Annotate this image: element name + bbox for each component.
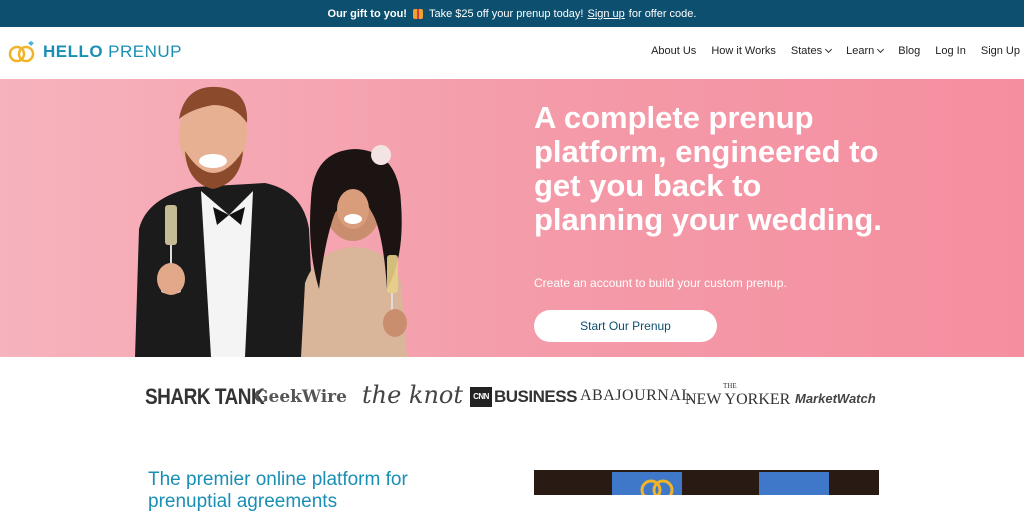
nav-learn-label: Learn	[846, 45, 875, 57]
hero-subtitle: Create an account to build your custom p…	[534, 276, 787, 290]
promo-signup-link[interactable]: Sign up	[587, 8, 624, 20]
new-yorker-logo: THE NEW YORKER	[685, 382, 791, 409]
cnn-business-text: BUSINESS	[494, 387, 577, 406]
hero-title: A complete prenup platform, engineered t…	[534, 100, 882, 237]
promo-tail: for offer code.	[628, 7, 697, 20]
the-knot-logo: the knot	[362, 381, 464, 409]
promo-lead: Our gift to you!	[327, 7, 407, 20]
new-yorker-text: NEW YORKER	[685, 391, 791, 408]
cnn-box: CNN	[470, 387, 492, 407]
nav-about[interactable]: About Us	[651, 45, 696, 57]
video-stage-screen	[759, 472, 829, 495]
logo-word-prenup: PRENUP	[108, 42, 182, 61]
new-yorker-the: THE	[723, 382, 737, 390]
chevron-down-icon	[825, 45, 833, 54]
promo-bar: Our gift to you! Take $25 off your prenu…	[0, 0, 1024, 27]
chevron-down-icon	[877, 45, 885, 54]
rings-icon	[8, 41, 35, 63]
aba-journal-logo: ABAJOURNAL	[580, 387, 692, 404]
video-thumbnail[interactable]	[534, 470, 879, 495]
logo[interactable]: HELLO PRENUP	[8, 41, 182, 63]
nav-learn[interactable]: Learn	[846, 45, 885, 57]
nav-blog[interactable]: Blog	[898, 45, 920, 57]
nav-signup[interactable]: Sign Up	[981, 45, 1020, 57]
rings-icon	[640, 479, 674, 495]
nav-how-it-works[interactable]: How it Works	[711, 45, 776, 57]
shark-tank-logo: SHARK TANK	[145, 385, 265, 410]
nav-states-label: States	[790, 45, 823, 57]
start-prenup-button[interactable]: Start Our Prenup	[534, 310, 717, 342]
nav-states[interactable]: States	[790, 45, 833, 57]
geekwire-logo: GeekWire	[254, 387, 347, 407]
section-heading: The premier online platform for prenupti…	[148, 469, 408, 512]
couple-photo	[135, 86, 407, 357]
press-logos: SHARK TANK GeekWire the knot CNN BUSINES…	[0, 357, 1024, 442]
hero-banner: A complete prenup platform, engineered t…	[0, 79, 1024, 357]
site-header: HELLO PRENUP About Us How it Works State…	[0, 27, 1024, 79]
main-nav: About Us How it Works States Learn Blog …	[651, 45, 1020, 57]
cnn-business-logo: CNN BUSINESS	[470, 387, 577, 407]
logo-word-hello: HELLO	[43, 42, 104, 61]
marketwatch-logo: MarketWatch	[795, 391, 876, 406]
nav-login[interactable]: Log In	[935, 45, 966, 57]
promo-text: Take $25 off your prenup today!	[428, 7, 584, 20]
gift-icon	[412, 8, 423, 19]
